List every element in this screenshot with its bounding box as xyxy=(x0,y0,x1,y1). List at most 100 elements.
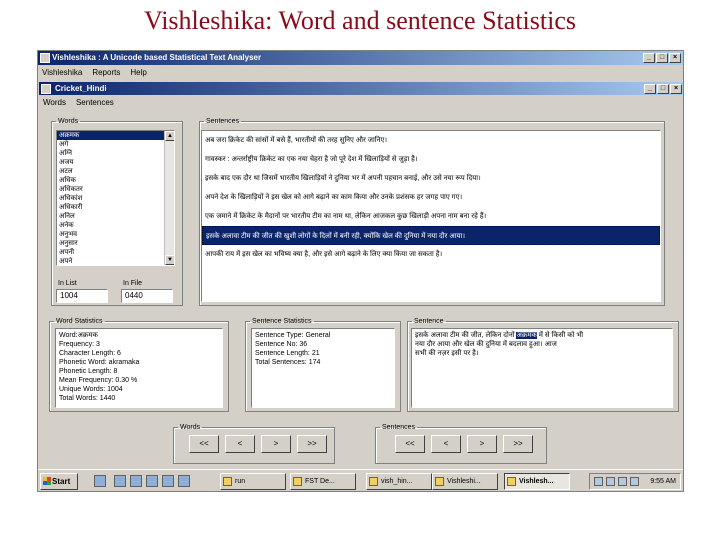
doc-restore-button[interactable]: □ xyxy=(657,84,669,94)
menu-help[interactable]: Help xyxy=(130,66,146,80)
sentence-stat-line: Sentence No: 36 xyxy=(255,341,308,348)
desktop-screenshot: Vishleshika : A Unicode based Statistica… xyxy=(37,50,684,492)
menu-vishleshika[interactable]: Vishleshika xyxy=(42,66,82,80)
quick-launch-media-icon[interactable] xyxy=(178,475,190,487)
word-list-item[interactable]: अपने xyxy=(57,257,174,265)
word-list-item[interactable]: अनेक xyxy=(57,221,174,230)
word-list-item[interactable]: अगे xyxy=(57,140,174,149)
maximize-button[interactable]: □ xyxy=(656,53,668,63)
word-list-item[interactable]: अजय xyxy=(57,158,174,167)
sentence-list-item[interactable]: एक जमाने में क्रिकेट के मैदानों पर भारती… xyxy=(202,207,660,226)
doc-minimize-button[interactable]: _ xyxy=(644,84,656,94)
sentence-list-item[interactable]: इसके बाद एक दौर था जिसमें भारतीय खिलाड़ि… xyxy=(202,169,660,188)
word-list-item[interactable]: अटल xyxy=(57,167,174,176)
document-menubar: Words Sentences xyxy=(39,96,683,110)
sentence-stat-line: Sentence Length: 21 xyxy=(255,350,320,357)
menu-words[interactable]: Words xyxy=(43,96,66,110)
minimize-button[interactable]: _ xyxy=(643,53,655,63)
quick-launch-desktop-icon[interactable] xyxy=(94,475,106,487)
window-icon xyxy=(435,477,444,486)
word-statistics-lines: Word:अक्रमक Frequency: 3 Character Length:… xyxy=(59,331,219,403)
sentences-prev-button[interactable]: < xyxy=(431,435,461,453)
document-window-buttons: _ □ × xyxy=(644,84,682,94)
word-list-scrollbar[interactable]: ▲ ▼ xyxy=(164,131,174,265)
app-menubar: Vishleshika Reports Help xyxy=(38,66,683,80)
scroll-down-arrow-icon[interactable]: ▼ xyxy=(165,255,174,265)
word-stat-line: Mean Frequency: 0.30 % xyxy=(59,377,138,384)
word-list-item[interactable]: अनिल xyxy=(57,212,174,221)
word-list-item[interactable]: अपनी xyxy=(57,248,174,257)
word-list-item[interactable]: अग्नि xyxy=(57,149,174,158)
sentences-group-legend: Sentences xyxy=(206,118,240,125)
word-list-item[interactable]: अक्रमक xyxy=(57,131,174,140)
tray-security-icon[interactable] xyxy=(618,477,627,486)
quick-launch-app-icon[interactable] xyxy=(146,475,158,487)
start-label: Start xyxy=(52,477,71,486)
tray-network-icon[interactable] xyxy=(594,477,603,486)
sentences-next-button[interactable]: > xyxy=(467,435,497,453)
tray-app-icon[interactable] xyxy=(630,477,639,486)
sentence-text: में से किसी को भी xyxy=(536,332,584,339)
sentence-list[interactable]: अब जरा क्रिकेट की सांसों में बसे हैं, भा… xyxy=(201,130,661,302)
word-list-item[interactable]: अनुभव xyxy=(57,230,174,239)
word-list[interactable]: अक्रमक अगे अग्नि अजय अटल अधिक अधिकतर अधिकांश अधि… xyxy=(56,130,175,266)
words-prev-button[interactable]: < xyxy=(225,435,255,453)
sentence-list-item[interactable]: अब जरा क्रिकेट की सांसों में बसे हैं, भा… xyxy=(202,131,660,150)
sentence-view-pane: इसके अलावा टीम की जीत, लेकिन दोनों अक्रम… xyxy=(411,328,673,408)
words-first-button[interactable]: << xyxy=(189,435,219,453)
sentence-statistics-legend: Sentence Statistics xyxy=(252,318,312,325)
word-list-item[interactable]: अधिकांश xyxy=(57,194,174,203)
clock: 9:55 AM xyxy=(650,478,676,485)
sentence-view-line: नया दौर आया और खेल की दुनिया में बदलाव ह… xyxy=(415,340,669,349)
word-list-item[interactable]: अधिक xyxy=(57,176,174,185)
sentence-text: इसके अलावा टीम की जीत, लेकिन दोनों xyxy=(415,332,517,339)
close-button[interactable]: × xyxy=(669,53,681,63)
word-stat-line: Total Words: 1440 xyxy=(59,395,116,402)
sentence-statistics-pane: Sentence Type: General Sentence No: 36 Sen… xyxy=(251,328,395,408)
document-titlebar: Cricket_Hindi _ □ × xyxy=(39,82,683,95)
sentences-last-button[interactable]: >> xyxy=(503,435,533,453)
taskbar-button[interactable]: vish_hin... xyxy=(366,473,432,490)
quick-launch-tool-icon[interactable] xyxy=(162,475,174,487)
words-next-button[interactable]: > xyxy=(261,435,291,453)
taskbar-button[interactable]: Vishleshi... xyxy=(432,473,498,490)
taskbar-button[interactable]: Vishlesh... xyxy=(504,473,570,490)
sentence-list-item[interactable]: अपने देश के खिलाड़ियों ने इस खेल को आगे … xyxy=(202,188,660,207)
sentence-list-item[interactable]: गावस्कर : अन्तर्राष्ट्रीय क्रिकेट का एक … xyxy=(202,150,660,169)
taskbar-button-label: Vishleshi... xyxy=(447,478,481,485)
sentence-text: नया दौर आया और खेल की दुनिया में बदलाव ह… xyxy=(415,341,557,348)
doc-close-button[interactable]: × xyxy=(670,84,682,94)
sentence-view-line: इसके अलावा टीम की जीत, लेकिन दोनों अक्रम… xyxy=(415,331,669,340)
app-icon xyxy=(40,53,50,63)
in-list-field[interactable]: 1004 xyxy=(56,289,108,303)
in-file-field[interactable]: 0440 xyxy=(121,289,173,303)
window-icon xyxy=(369,477,378,486)
word-stat-line: Unique Words: 1004 xyxy=(59,386,123,393)
word-list-item[interactable]: अधिकारी xyxy=(57,203,174,212)
windows-logo-icon xyxy=(43,477,51,485)
words-last-button[interactable]: >> xyxy=(297,435,327,453)
window-icon xyxy=(507,477,516,486)
sentence-list-item[interactable]: इसके अलावा टीम की जीत की खुशी लोगों के द… xyxy=(202,226,660,245)
word-list-items: अक्रमक अगे अग्नि अजय अटल अधिक अधिकतर अधिकांश अधि… xyxy=(57,131,174,265)
word-list-item[interactable]: अधिकतर xyxy=(57,185,174,194)
slide-title: Vishleshika: Word and sentence Statistic… xyxy=(143,6,576,35)
sentence-list-item[interactable]: आपकी राय में इस खेल का भविष्य क्या है, औ… xyxy=(202,245,660,264)
menu-sentences[interactable]: Sentences xyxy=(76,96,114,110)
tray-volume-icon[interactable] xyxy=(606,477,615,486)
quick-launch-outlook-icon[interactable] xyxy=(130,475,142,487)
menu-reports[interactable]: Reports xyxy=(92,66,120,80)
scroll-up-arrow-icon[interactable]: ▲ xyxy=(165,131,174,141)
sentence-text: सभी की नज़र इसी पर है। xyxy=(415,350,479,357)
word-list-item[interactable]: अनुसार xyxy=(57,239,174,248)
in-list-label: In List xyxy=(58,280,77,287)
sentence-statistics-lines: Sentence Type: General Sentence No: 36 Sen… xyxy=(255,331,391,367)
sentences-first-button[interactable]: << xyxy=(395,435,425,453)
sentence-list-items: अब जरा क्रिकेट की सांसों में बसे हैं, भा… xyxy=(202,131,660,264)
taskbar-button[interactable]: FST De... xyxy=(290,473,356,490)
start-button[interactable]: Start xyxy=(40,473,78,490)
taskbar-button[interactable]: run xyxy=(220,473,286,490)
quick-launch-ie-icon[interactable] xyxy=(114,475,126,487)
taskbar-button-label: vish_hin... xyxy=(381,478,413,485)
in-file-label: In File xyxy=(123,280,143,287)
